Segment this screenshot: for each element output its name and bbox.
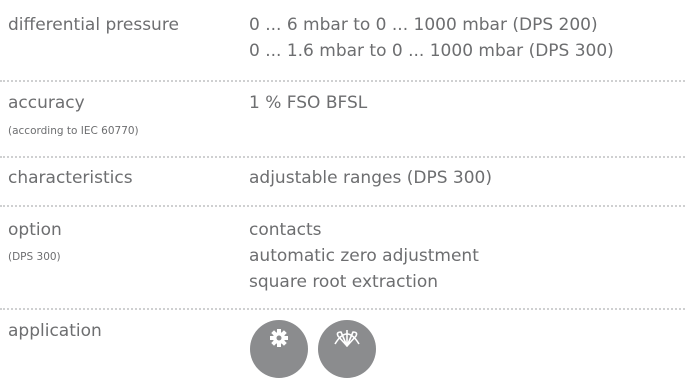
spec-values-differential-pressure: 0 ... 6 mbar to 0 ... 1000 mbar (DPS 200… xyxy=(249,12,614,64)
application-icons xyxy=(250,320,385,378)
spec-label-accuracy: accuracy xyxy=(8,93,85,113)
spec-value: 0 ... 6 mbar to 0 ... 1000 mbar (DPS 200… xyxy=(249,15,598,35)
divider xyxy=(0,308,685,310)
spec-value: 1 % FSO BFSL xyxy=(249,93,368,113)
spec-sublabel-accuracy: (according to IEC 60770) xyxy=(8,125,139,137)
spec-label-differential-pressure: differential pressure xyxy=(8,15,179,35)
fan-icon xyxy=(318,320,376,378)
spec-value: contacts xyxy=(249,220,322,240)
spec-sublabel-option: (DPS 300) xyxy=(8,251,61,263)
spec-label-application: application xyxy=(8,321,102,341)
spec-label-characteristics: characteristics xyxy=(8,168,133,188)
gear-icon xyxy=(250,320,308,378)
spec-values-option: contacts automatic zero adjustment squar… xyxy=(249,217,479,295)
divider xyxy=(0,156,685,158)
divider xyxy=(0,80,685,82)
spec-value: adjustable ranges (DPS 300) xyxy=(249,168,492,188)
divider xyxy=(0,205,685,207)
spec-value: square root extraction xyxy=(249,272,439,292)
spec-values-accuracy: 1 % FSO BFSL xyxy=(249,90,367,116)
spec-label-option: option xyxy=(8,220,62,240)
spec-value: 0 ... 1.6 mbar to 0 ... 1000 mbar (DPS 3… xyxy=(249,41,614,61)
spec-values-characteristics: adjustable ranges (DPS 300) xyxy=(249,165,492,191)
spec-value: automatic zero adjustment xyxy=(249,246,479,266)
